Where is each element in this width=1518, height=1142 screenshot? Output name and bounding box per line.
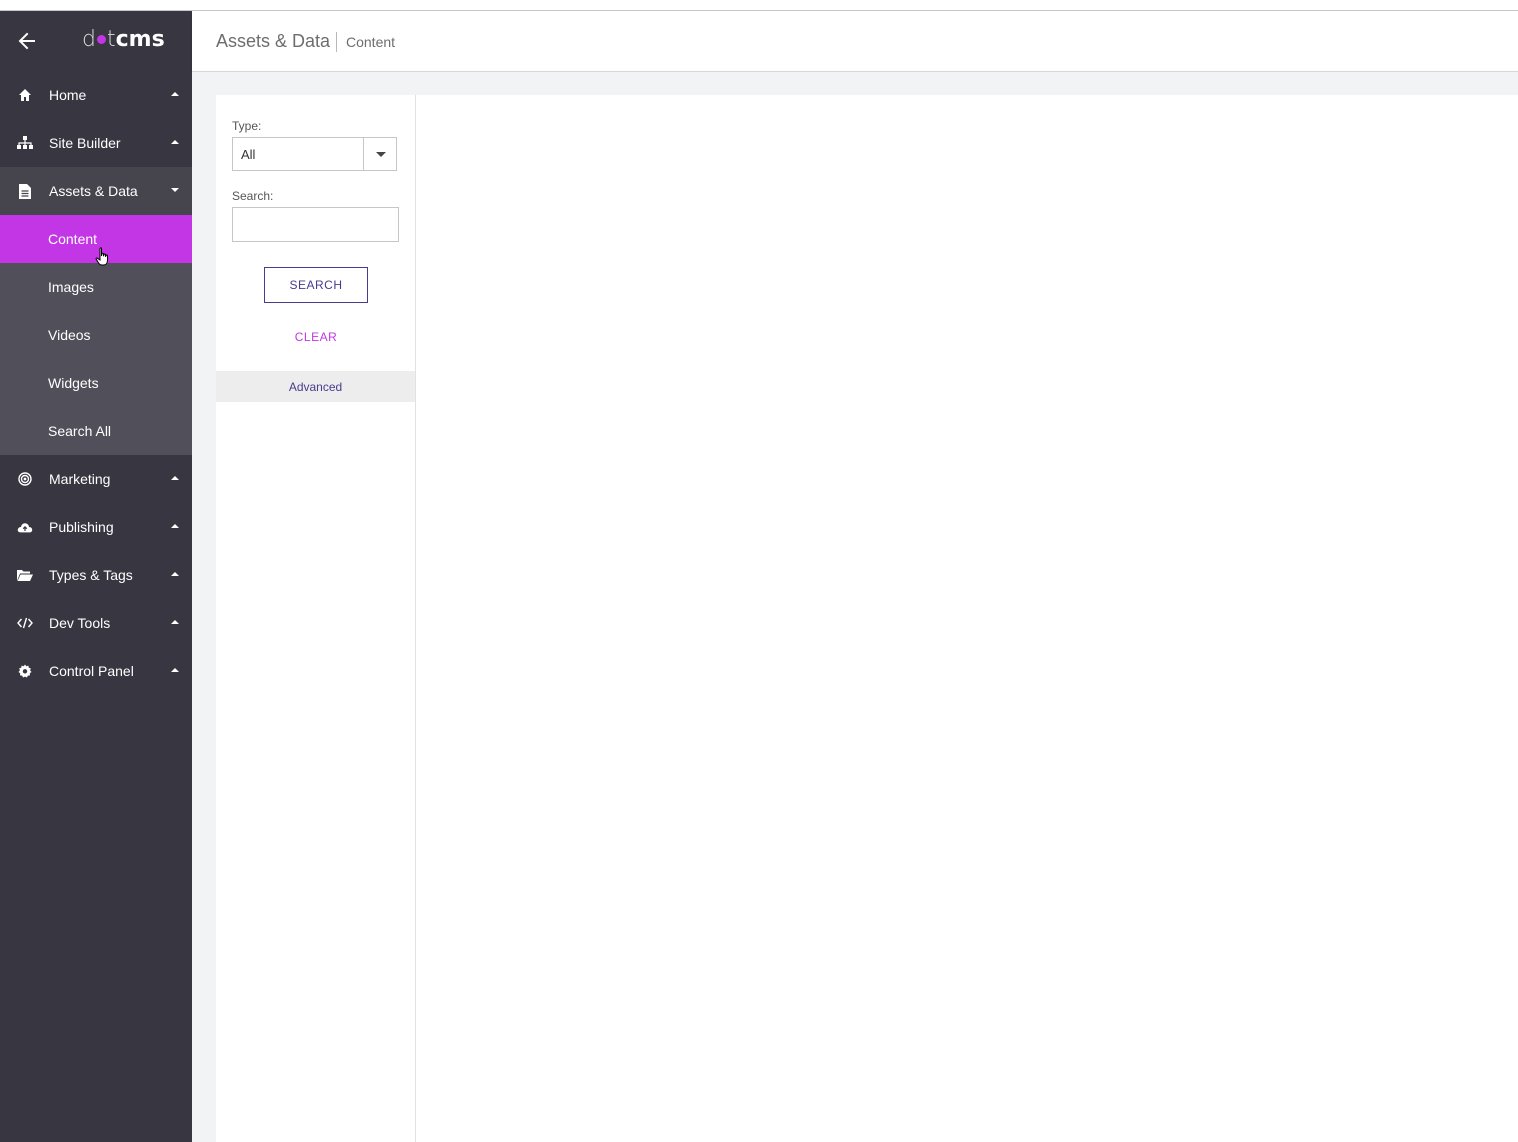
sidebar-item-label: Home (49, 87, 87, 103)
gear-icon (17, 663, 33, 679)
advanced-toggle[interactable]: Advanced (216, 371, 415, 402)
search-filter-panel: Type: All Search: SEARCH CLEAR Advanced (216, 95, 416, 1142)
sidebar-item-label: Control Panel (49, 663, 134, 679)
sidebar-item-control-panel[interactable]: Control Panel (0, 647, 192, 695)
sidebar-subitem-label: Search All (48, 423, 112, 439)
clear-button[interactable]: CLEAR (280, 327, 352, 347)
sidebar-item-label: Marketing (49, 471, 111, 487)
sidebar-subitem-label: Videos (48, 327, 91, 343)
breadcrumb-separator (336, 32, 337, 52)
type-select-value: All (241, 147, 256, 162)
arrow-left-icon[interactable] (17, 31, 37, 51)
select-divider (363, 138, 364, 170)
home-icon (17, 87, 33, 103)
search-input[interactable] (232, 207, 399, 242)
logo-dot (96, 34, 106, 44)
sidebar-item-label: Site Builder (49, 135, 121, 151)
sidebar-item-assets-data[interactable]: Assets & Data (0, 167, 192, 215)
target-icon (17, 471, 33, 487)
sidebar-item-label: Dev Tools (49, 615, 111, 631)
sidebar-item-dev-tools[interactable]: Dev Tools (0, 599, 192, 647)
chevron-down-icon (171, 188, 179, 192)
logo-text-mid: t (106, 27, 116, 52)
page-header: Assets & Data Content (192, 11, 1518, 72)
sidebar-subitem-search-all[interactable]: Search All (0, 407, 192, 455)
logo-text-prefix: d (82, 27, 96, 52)
chevron-up-icon (171, 140, 179, 144)
sidebar-subitem-videos[interactable]: Videos (0, 311, 192, 359)
chevron-up-icon (171, 572, 179, 576)
sidebar-item-label: Types & Tags (49, 567, 133, 583)
logo-text-bold: cms (115, 27, 165, 52)
sidebar-subitem-images[interactable]: Images (0, 263, 192, 311)
sidebar-item-marketing[interactable]: Marketing (0, 455, 192, 503)
file-icon (17, 183, 33, 199)
sidebar-subitem-widgets[interactable]: Widgets (0, 359, 192, 407)
results-area (416, 95, 1518, 1142)
sidebar-item-label: Assets & Data (49, 183, 138, 199)
hand-pointer-cursor-icon (95, 247, 108, 266)
chevron-up-icon (171, 92, 179, 96)
main-area: Type: All Search: SEARCH CLEAR Advanced (192, 72, 1518, 1142)
breadcrumb-page: Content (346, 34, 396, 50)
chevron-up-icon (171, 524, 179, 528)
sidebar: d tcms Home Site Builder Assets & Data Co… (0, 11, 192, 1142)
window-top-border (0, 0, 1518, 11)
chevron-up-icon (171, 668, 179, 672)
chevron-down-icon[interactable] (376, 152, 386, 157)
sidebar-item-home[interactable]: Home (0, 71, 192, 119)
sidebar-subitem-label: Content (48, 231, 98, 247)
sidebar-item-site-builder[interactable]: Site Builder (0, 119, 192, 167)
type-select[interactable]: All (232, 137, 397, 171)
dotcms-logo: d tcms (82, 27, 165, 52)
search-button[interactable]: SEARCH (264, 267, 368, 303)
sidebar-subitem-label: Images (48, 279, 94, 295)
sidebar-subitem-label: Widgets (48, 375, 99, 391)
chevron-up-icon (171, 476, 179, 480)
sidebar-header: d tcms (0, 11, 192, 71)
cloud-upload-icon (17, 519, 33, 535)
sidebar-item-publishing[interactable]: Publishing (0, 503, 192, 551)
code-icon (17, 615, 33, 631)
sitemap-icon (17, 135, 33, 151)
sidebar-item-label: Publishing (49, 519, 114, 535)
type-label: Type: (232, 119, 262, 133)
search-label: Search: (232, 189, 274, 203)
sidebar-item-types-tags[interactable]: Types & Tags (0, 551, 192, 599)
breadcrumb-section[interactable]: Assets & Data (216, 31, 330, 52)
folder-open-icon (17, 567, 33, 583)
chevron-up-icon (171, 620, 179, 624)
